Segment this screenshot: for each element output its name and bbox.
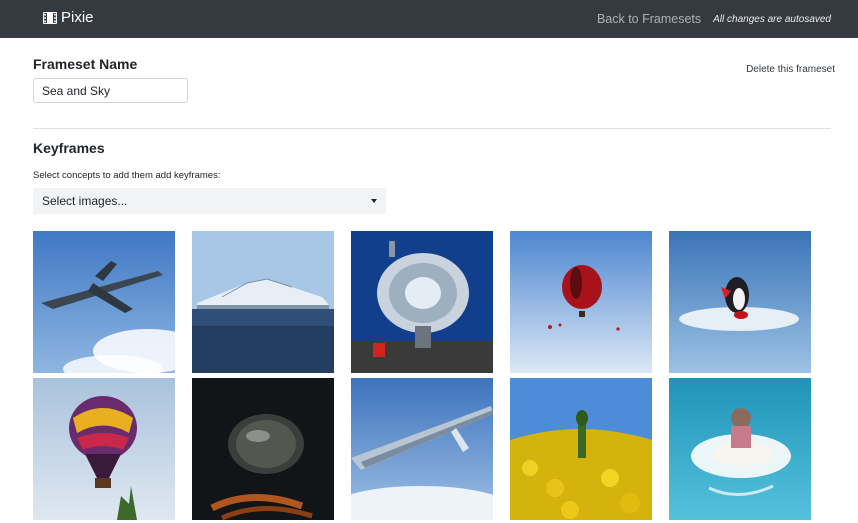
keyframe-image-water[interactable] — [669, 378, 811, 520]
select-images-dropdown[interactable]: Select images... — [33, 188, 386, 214]
keyframe-image-reflector[interactable] — [351, 231, 493, 373]
keyframe-image-pier[interactable] — [192, 231, 334, 373]
frameset-name-label: Frameset Name — [33, 56, 138, 72]
delete-frameset-link[interactable]: Delete this frameset — [746, 64, 835, 75]
film-icon — [43, 11, 57, 24]
nav-right: Back to Framesets All changes are autosa… — [597, 12, 831, 26]
keyframe-grid — [33, 231, 811, 520]
back-to-framesets-link[interactable]: Back to Framesets — [597, 12, 701, 26]
keyframe-image-penguin[interactable] — [669, 231, 811, 373]
brand-link[interactable]: Pixie — [43, 9, 94, 26]
select-images-placeholder: Select images... — [42, 194, 128, 208]
caret-down-icon — [371, 199, 377, 203]
divider — [33, 128, 831, 129]
keyframe-image-flowers[interactable] — [510, 378, 652, 520]
keyframe-image-red-balloon[interactable] — [510, 231, 652, 373]
keyframes-heading: Keyframes — [33, 140, 105, 156]
brand-name: Pixie — [61, 9, 94, 26]
autosave-note: All changes are autosaved — [713, 13, 831, 25]
keyframe-image-lens[interactable] — [192, 378, 334, 520]
keyframe-image-jet[interactable] — [33, 231, 175, 373]
keyframes-hint: Select concepts to add them add keyframe… — [33, 170, 221, 181]
keyframe-image-patterned-balloon[interactable] — [33, 378, 175, 520]
keyframe-image-wing[interactable] — [351, 378, 493, 520]
frameset-name-input[interactable] — [33, 78, 188, 103]
navbar: Pixie Back to Framesets All changes are … — [0, 0, 858, 38]
